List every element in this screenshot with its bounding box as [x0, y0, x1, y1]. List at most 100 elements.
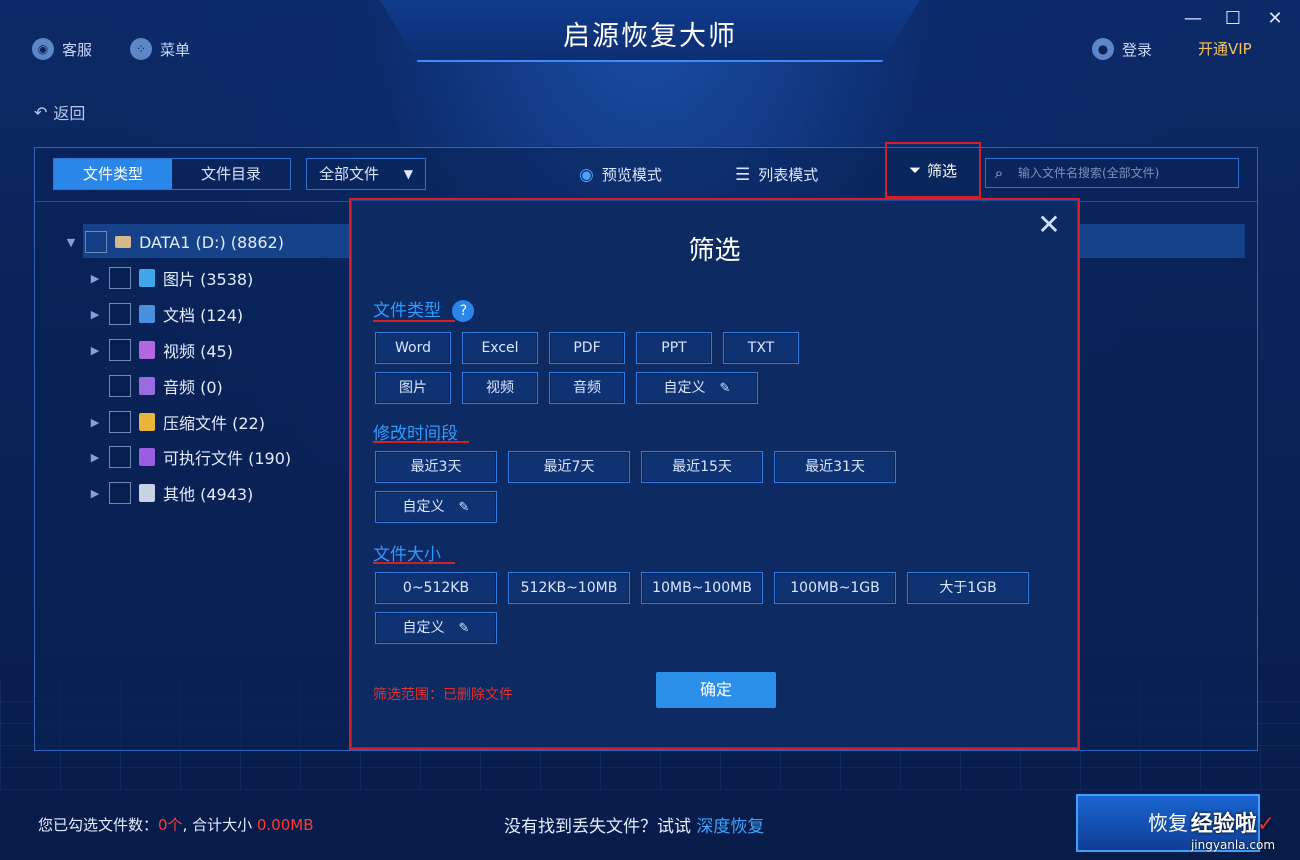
tree-item[interactable]: ▶ 其他 (4943)	[89, 478, 253, 508]
maximize-button[interactable]: ☐	[1220, 6, 1246, 32]
caret-right-icon[interactable]: ▶	[89, 272, 101, 285]
minimize-button[interactable]: —	[1180, 6, 1206, 32]
tree-item[interactable]: 音频 (0)	[89, 371, 223, 401]
menu-button[interactable]: ⁘ 菜单	[130, 38, 190, 60]
confirm-button[interactable]: 确定	[656, 672, 776, 708]
search-box: ⌕	[985, 158, 1239, 188]
tree-item-label: 音频 (0)	[163, 378, 223, 397]
tree-item[interactable]: ▶ 图片 (3538)	[89, 263, 253, 293]
type-chip-audio[interactable]: 音频	[549, 372, 625, 404]
window-close-button[interactable]: ✕	[1262, 6, 1288, 32]
section-underline	[373, 320, 455, 322]
tree-item[interactable]: ▶ 文档 (124)	[89, 299, 243, 329]
selection-summary: 您已勾选文件数：0个, 合计大小 0.00MB	[38, 814, 314, 835]
image-file-icon	[139, 269, 155, 287]
time-chip-15d[interactable]: 最近15天	[641, 451, 763, 483]
checkbox[interactable]	[109, 303, 131, 325]
search-input[interactable]	[1012, 166, 1238, 180]
preview-mode-button[interactable]: ◉ 预览模式	[579, 164, 662, 185]
checkbox[interactable]	[109, 446, 131, 468]
back-label: 返回	[53, 104, 86, 123]
chevron-down-icon: ▼	[403, 167, 413, 181]
check-icon: ✓	[1256, 812, 1276, 837]
help-icon[interactable]: ?	[452, 300, 475, 322]
vip-button[interactable]: 开通VIP	[1198, 38, 1252, 59]
tab-file-directory[interactable]: 文件目录	[172, 159, 290, 189]
size-chip-over-1gb[interactable]: 大于1GB	[907, 572, 1029, 604]
size-chip-512kb-10mb[interactable]: 512KB~10MB	[508, 572, 630, 604]
filter-range-label: 筛选范围：已删除文件	[373, 687, 513, 703]
list-mode-button[interactable]: ☰ 列表模式	[735, 164, 818, 185]
pencil-icon: ✎	[458, 500, 470, 515]
eye-icon: ◉	[579, 164, 594, 185]
checkbox[interactable]	[109, 339, 131, 361]
tree-item[interactable]: ▶ 视频 (45)	[89, 335, 233, 365]
tree-item[interactable]: ▶ 压缩文件 (22)	[89, 407, 265, 437]
checkbox[interactable]	[109, 482, 131, 504]
caret-right-icon[interactable]: ▶	[89, 416, 101, 429]
caret-down-icon[interactable]: ▼	[65, 236, 77, 249]
executable-file-icon	[139, 448, 155, 466]
checkbox[interactable]	[109, 411, 131, 433]
tree-root-label: DATA1 (D:) (8862)	[139, 232, 284, 252]
login-button[interactable]: ● 登录	[1092, 38, 1152, 60]
checkbox[interactable]	[109, 267, 131, 289]
tree-item[interactable]: ▶ 可执行文件 (190)	[89, 442, 291, 472]
menu-label: 菜单	[160, 40, 191, 59]
size-chip-0-512kb[interactable]: 0~512KB	[375, 572, 497, 604]
back-button[interactable]: ↶ 返回	[34, 100, 85, 124]
filter-button[interactable]: ⏷ 筛选	[885, 142, 981, 198]
search-icon: ⌕	[994, 164, 1004, 182]
deep-recover-hint: 没有找到丢失文件？试试 深度恢复	[504, 812, 764, 837]
type-chip-custom[interactable]: 自定义 ✎	[636, 372, 758, 404]
watermark-url: jingyanla.com	[1190, 838, 1276, 852]
checkbox[interactable]	[109, 375, 131, 397]
filter-label: 筛选	[927, 161, 958, 180]
time-chip-3d[interactable]: 最近3天	[375, 451, 497, 483]
service-button[interactable]: ◉ 客服	[32, 38, 92, 60]
tree-item-label: 文档 (124)	[163, 306, 244, 325]
type-chip-word[interactable]: Word	[375, 332, 451, 364]
bottom-bar: 您已勾选文件数：0个, 合计大小 0.00MB 没有找到丢失文件？试试 深度恢复…	[0, 790, 1300, 860]
section-underline	[373, 562, 455, 564]
time-chip-31d[interactable]: 最近31天	[774, 451, 896, 483]
dialog-title: 筛选	[688, 236, 741, 266]
chip-label: 自定义	[402, 499, 445, 515]
type-chip-image[interactable]: 图片	[375, 372, 451, 404]
preview-mode-label: 预览模式	[601, 166, 662, 184]
caret-right-icon[interactable]: ▶	[89, 344, 101, 357]
section-file-type: 文件类型 ?	[373, 296, 475, 322]
audio-file-icon	[139, 377, 155, 395]
file-filter-dropdown[interactable]: 全部文件 ▼	[306, 158, 426, 190]
deep-recover-link[interactable]: 深度恢复	[696, 817, 764, 837]
service-label: 客服	[62, 40, 93, 59]
tab-file-type[interactable]: 文件类型	[54, 159, 172, 189]
caret-right-icon[interactable]: ▶	[89, 487, 101, 500]
pencil-icon: ✎	[719, 381, 731, 396]
caret-right-icon[interactable]: ▶	[89, 451, 101, 464]
close-icon[interactable]: ✕	[1034, 210, 1064, 240]
list-icon: ☰	[735, 164, 751, 185]
size-chip-10mb-100mb[interactable]: 10MB~100MB	[641, 572, 763, 604]
type-chip-ppt[interactable]: PPT	[636, 332, 712, 364]
time-chip-custom[interactable]: 自定义 ✎	[375, 491, 497, 523]
type-chip-video[interactable]: 视频	[462, 372, 538, 404]
list-mode-label: 列表模式	[758, 166, 819, 184]
back-arrow-icon: ↶	[34, 102, 48, 122]
size-chip-100mb-1gb[interactable]: 100MB~1GB	[774, 572, 896, 604]
tree-item-label: 视频 (45)	[163, 342, 233, 361]
drive-icon	[115, 236, 131, 248]
dropdown-value: 全部文件	[319, 165, 380, 183]
checkbox[interactable]	[85, 231, 107, 253]
size-chip-custom[interactable]: 自定义 ✎	[375, 612, 497, 644]
watermark: 经验啦✓ jingyanla.com	[1168, 806, 1298, 852]
tree-root-row[interactable]: ▼ DATA1 (D:) (8862)	[65, 227, 284, 257]
hint-text: 没有找到丢失文件？试试	[504, 817, 697, 837]
other-file-icon	[139, 484, 155, 502]
type-chip-txt[interactable]: TXT	[723, 332, 799, 364]
app-title: 启源恢复大师	[563, 21, 737, 52]
caret-right-icon[interactable]: ▶	[89, 308, 101, 321]
time-chip-7d[interactable]: 最近7天	[508, 451, 630, 483]
type-chip-excel[interactable]: Excel	[462, 332, 538, 364]
type-chip-pdf[interactable]: PDF	[549, 332, 625, 364]
